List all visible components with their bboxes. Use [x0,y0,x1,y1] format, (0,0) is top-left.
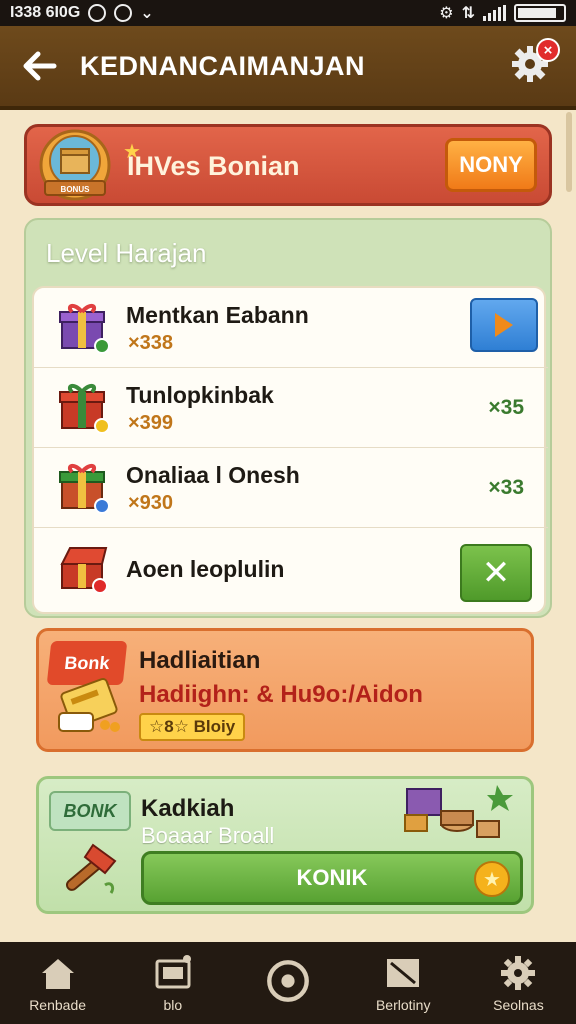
status-bar: I338 6I0G ⌄ ⚙ ⇅ [0,0,576,26]
item-name: Mentkan Eabann [126,302,309,328]
promo-tag: BONK [49,791,131,831]
back-button[interactable] [0,24,80,108]
status-right: ⚙ ⇅ [439,3,566,23]
back-arrow-icon [23,51,57,81]
level-panel: Level Harajan Mentkan Eabann ×338 Tunlop… [24,218,552,618]
promo-title: Hadliaitian [139,647,261,674]
nav-label: blo [163,997,183,1013]
page-title: KEDNANCAIMANJAN [80,50,366,81]
notification-icon: ⌄ [140,5,154,22]
item-count: ×33 [488,476,524,499]
button-label: KONIK [296,865,368,890]
ticket-icon [155,955,191,989]
app-header: KEDNANCAIMANJAN × [0,26,576,110]
play-button[interactable] [470,298,538,352]
nav-label: Berlotiny [375,997,431,1013]
list-item[interactable]: Tunlopkinbak ×399 ×35 [34,368,548,448]
item-name: Aoen leoplulin [126,556,285,582]
promo-card-green[interactable]: BONK Kadkiah Boaaar Broall KONIK ★ [36,776,534,914]
ticket-icon [58,678,120,732]
promo-card-orange[interactable]: Bonk Hadliaitian Hadiighn: & Hu9o:/Aidon… [36,628,534,752]
nav-item-center[interactable] [230,942,345,1024]
bonus-claim-button[interactable]: NONY [445,138,537,192]
status-time: I338 6I0G [10,4,81,21]
list-item[interactable]: Onaliaa l Onesh ×930 ×33 [34,448,548,528]
item-name: Tunlopkinbak [126,382,274,408]
nav-label: Seolnas [493,997,544,1013]
gift-box-icon [59,384,110,434]
gift-box-icon [59,464,110,514]
item-name: Onaliaa l Onesh [126,462,300,488]
nav-item-home[interactable]: Renbade [0,942,115,1024]
nav-label: Renbade [29,997,87,1013]
settings-icon: ⚙ [439,5,454,22]
list-item[interactable]: Mentkan Eabann ×338 [34,288,548,368]
item-qty: ×399 [128,412,174,434]
vpn-icon [114,4,133,22]
status-left: I338 6I0G ⌄ [10,3,154,23]
settings-button[interactable]: × [510,38,560,88]
book-icon [387,959,420,987]
home-icon [41,959,74,989]
promo-subtitle: Boaaar Broall [141,823,275,848]
gift-box-icon [59,304,110,354]
nav-item-settings[interactable]: Seolnas [461,942,576,1024]
close-button[interactable]: ✕ [460,544,532,602]
promo-pill: ☆8☆ Bloiy [139,713,246,741]
bonus-banner[interactable]: BONUS ★ IHVes Bonian NONY [24,124,552,206]
circle-icon [267,960,309,1002]
list-item[interactable]: Aoen leoplulin ✕ [34,528,548,608]
hammer-icon [65,843,117,894]
bottom-nav: Renbade blo Berlotiny Seolnas [0,942,576,1024]
item-qty: ×338 [128,332,174,354]
gear-icon [501,956,536,990]
item-count: ×35 [488,396,524,419]
notification-badge: × [536,38,560,62]
badge-text: BONUS [61,185,91,194]
item-qty: ×930 [128,492,174,514]
battery-icon [514,4,566,22]
nav-item-book[interactable]: Berlotiny [346,942,461,1024]
konik-button[interactable]: KONIK ★ [141,851,523,905]
open-chest-icon [60,547,108,594]
location-icon [88,4,107,22]
data-icon: ⇅ [461,5,475,22]
nav-item-ticket[interactable]: blo [115,942,230,1024]
promo-title: Kadkiah [141,795,235,822]
promo-subtitle: Hadiighn: & Hu9o:/Aidon [139,681,423,708]
signal-icon [483,5,506,21]
coin-icon: ★ [474,861,510,897]
reward-list: Mentkan Eabann ×338 Tunlopkinbak ×399 ×3… [32,286,548,614]
scrollbar[interactable] [566,112,572,192]
bonus-badge-icon: BONUS [39,129,111,201]
crates-icon [404,785,513,838]
bonus-title: IHVes Bonian [127,151,300,181]
level-title: Level Harajan [46,238,207,268]
